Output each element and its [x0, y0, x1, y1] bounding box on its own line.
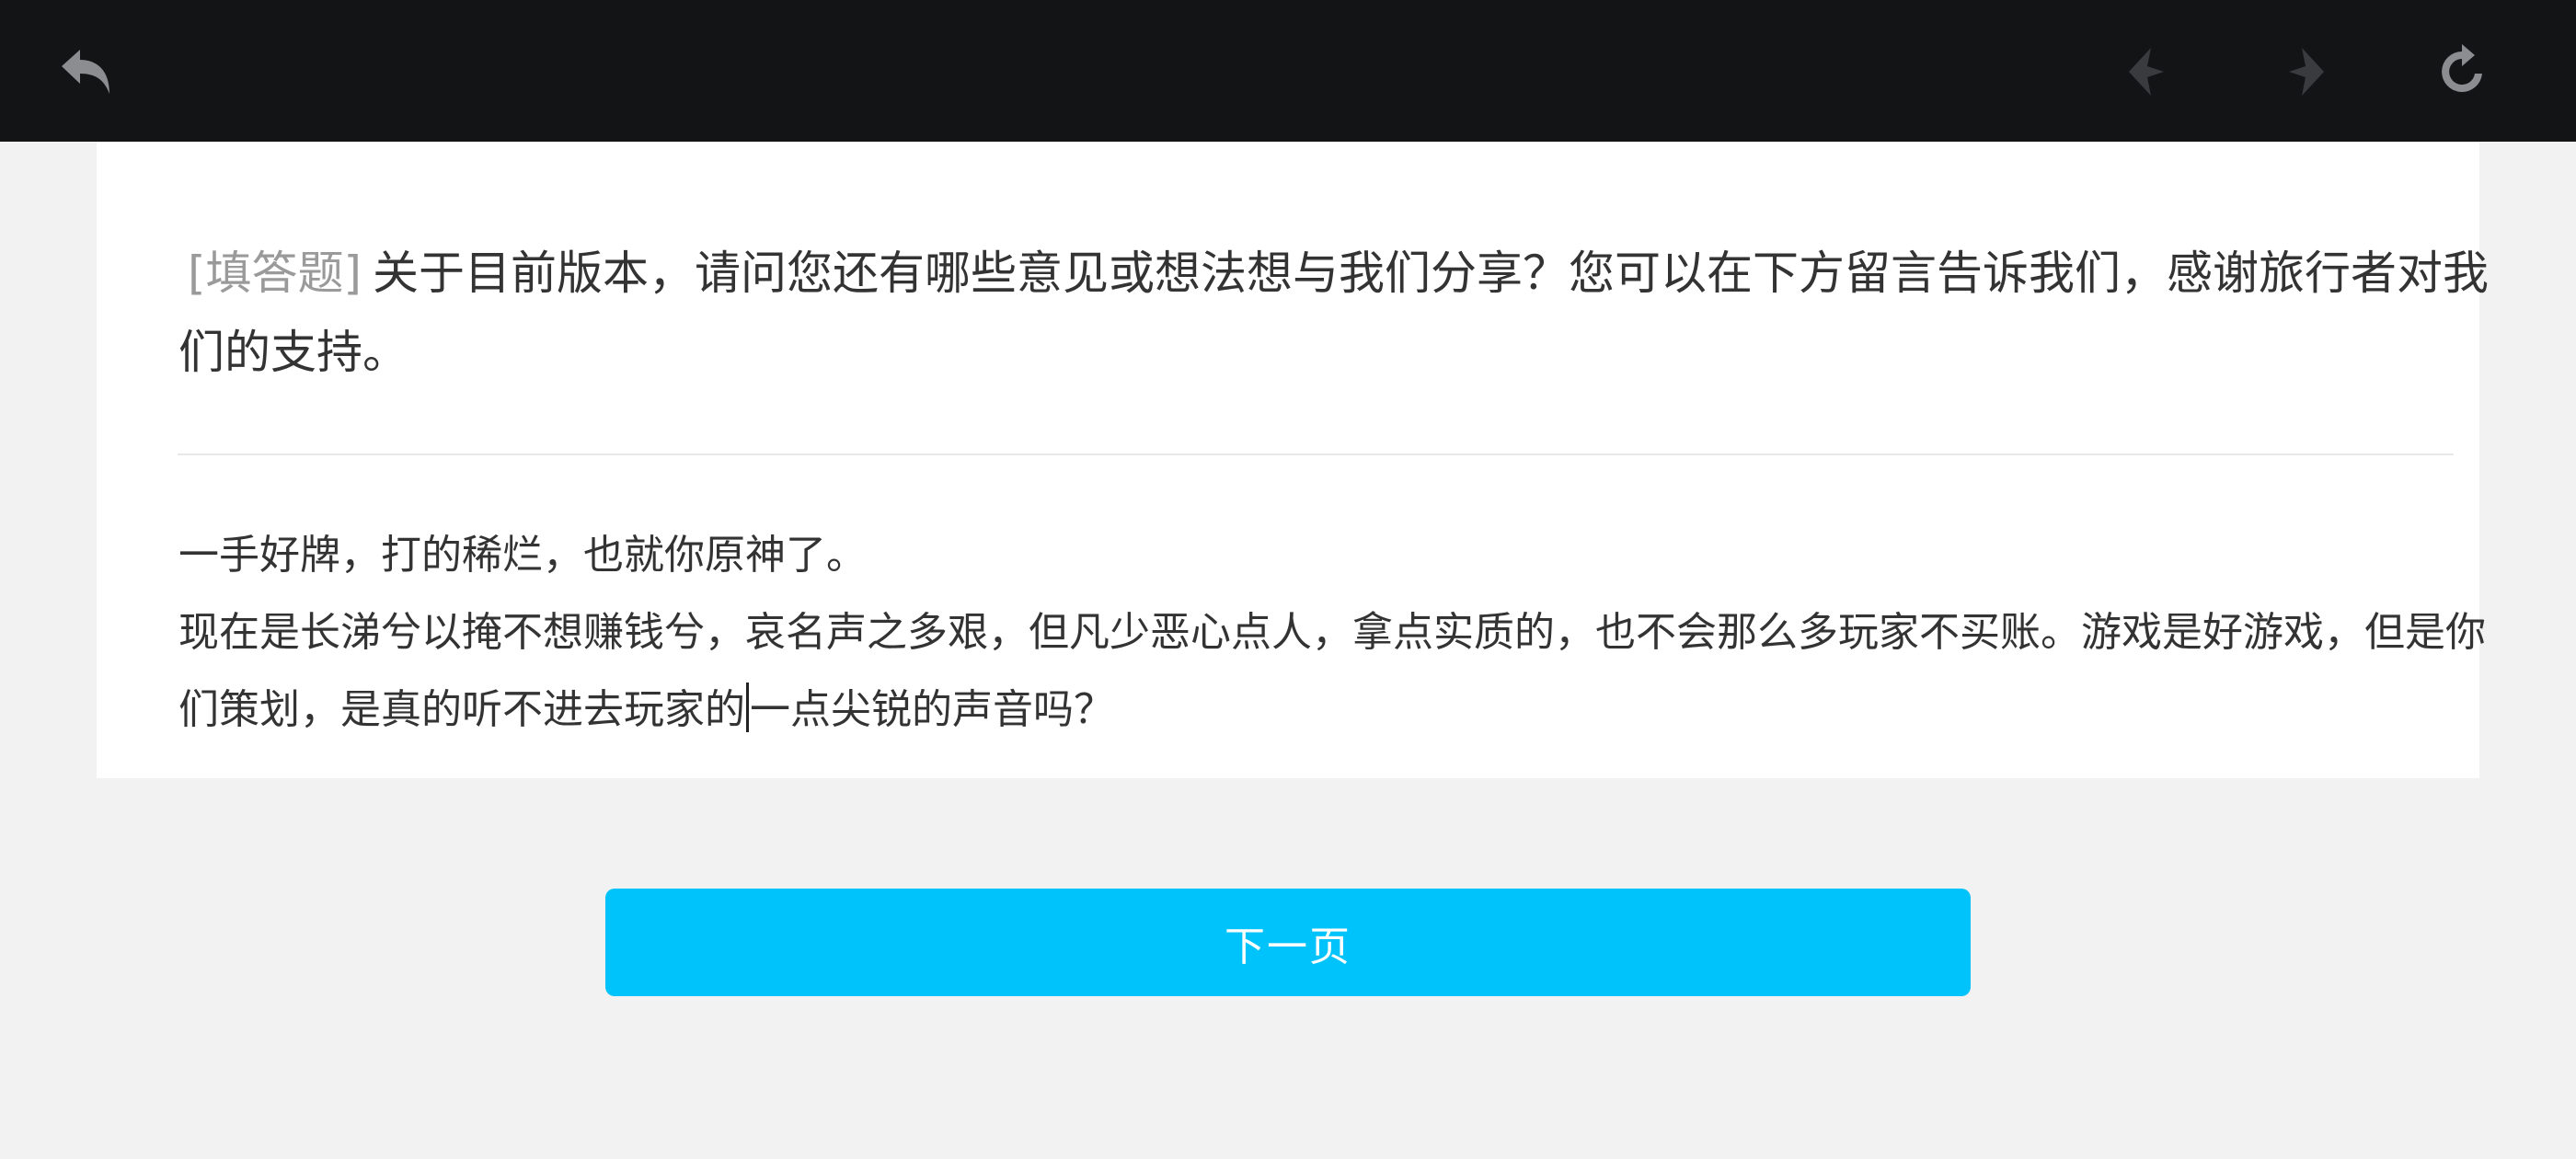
text-caret — [746, 683, 749, 732]
answer-line-2: 现在是长涕兮以掩不想赚钱兮，哀名声之多艰，但凡少恶心点人，拿点实质的，也不会那么… — [178, 594, 2497, 749]
question-text: 关于目前版本，请问您还有哪些意见或想法想与我们分享？您可以在下方留言告诉我们，感… — [178, 247, 2490, 379]
divider — [178, 453, 2454, 455]
undo-arrow-icon — [62, 50, 109, 94]
answer-textarea[interactable]: 一手好牌，打的稀烂，也就你原神了。 现在是长涕兮以掩不想赚钱兮，哀名声之多艰，但… — [178, 517, 2497, 749]
next-page-button[interactable]: 下一页 — [605, 889, 1971, 996]
top-toolbar — [0, 0, 2576, 142]
answer-text-before-caret: 现在是长涕兮以掩不想赚钱兮，哀名声之多艰，但凡少恶心点人，拿点实质的，也不会那么… — [178, 609, 2486, 733]
chevron-right-icon — [2289, 48, 2324, 96]
next-button[interactable] — [2271, 39, 2337, 105]
answer-line-1: 一手好牌，打的稀烂，也就你原神了。 — [178, 532, 867, 579]
previous-button[interactable] — [2116, 39, 2182, 105]
question-text-block: [填答题] 关于目前版本，请问您还有哪些意见或想法想与我们分享？您可以在下方留言告… — [178, 234, 2497, 392]
back-button[interactable] — [53, 39, 120, 105]
question-card: [填答题] 关于目前版本，请问您还有哪些意见或想法想与我们分享？您可以在下方留言告… — [97, 142, 2489, 778]
chevron-left-icon — [2129, 48, 2164, 96]
question-type-label: [填答题] — [188, 247, 362, 300]
answer-text-after-caret: 一点尖锐的声音吗？ — [750, 686, 1114, 733]
refresh-button[interactable] — [2429, 39, 2495, 105]
refresh-icon — [2442, 44, 2482, 92]
